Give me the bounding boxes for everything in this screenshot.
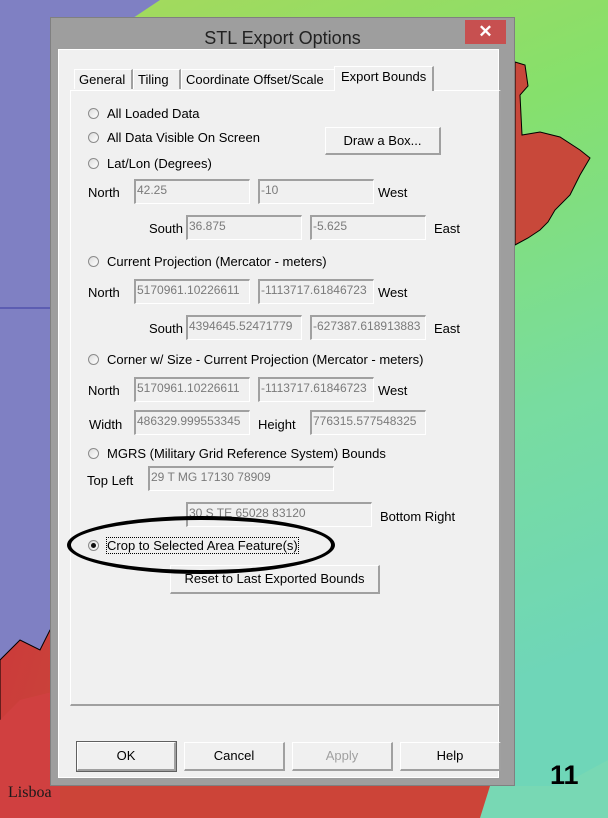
mgrs-top-left-label: Top Left — [87, 473, 134, 488]
stl-export-options-dialog: STL Export Options ✕ General Tiling Coor… — [50, 17, 515, 786]
radio-label: Current Projection (Mercator - meters) — [107, 254, 327, 269]
latlon-west-field[interactable]: -10 — [258, 179, 374, 204]
radio-label: All Data Visible On Screen — [107, 130, 260, 145]
projection-south-label: South — [149, 321, 183, 336]
ok-button[interactable]: OK — [76, 741, 177, 772]
radio-label: Crop to Selected Area Feature(s) — [106, 537, 299, 554]
projection-west-field[interactable]: -1113717.61846723 — [258, 279, 374, 304]
radio-label: Corner w/ Size - Current Projection (Mer… — [107, 352, 424, 367]
corner-west-field[interactable]: -1113717.61846723 — [258, 377, 374, 402]
projection-east-label: East — [434, 321, 461, 336]
radio-label: Lat/Lon (Degrees) — [107, 156, 212, 171]
latlon-north-label: North — [88, 185, 120, 200]
mgrs-top-left-field[interactable]: 29 T MG 17130 78909 — [148, 466, 334, 491]
tab-export-bounds[interactable]: Export Bounds — [334, 66, 434, 91]
mgrs-bottom-right-field[interactable]: 30 S TE 65028 83120 — [186, 502, 372, 527]
mgrs-bottom-right-label: Bottom Right — [380, 509, 456, 524]
projection-west-label: West — [378, 285, 408, 300]
radio-corner-with-size[interactable]: Corner w/ Size - Current Projection (Mer… — [88, 352, 423, 367]
map-label-lisboa: Lisboa — [8, 784, 52, 801]
latlon-south-label: South — [149, 221, 183, 236]
help-button[interactable]: Help — [400, 742, 501, 771]
radio-label: All Loaded Data — [107, 106, 200, 121]
radio-crop-to-selected-area[interactable]: Crop to Selected Area Feature(s) — [88, 537, 299, 554]
cancel-button[interactable]: Cancel — [184, 742, 285, 771]
projection-north-field[interactable]: 5170961.10226611 — [134, 279, 250, 304]
reset-to-last-exported-bounds-button[interactable]: Reset to Last Exported Bounds — [170, 565, 380, 594]
latlon-east-label: East — [434, 221, 461, 236]
radio-indicator — [88, 448, 99, 459]
tab-coordinate-offset-scale[interactable]: Coordinate Offset/Scale — [181, 69, 336, 89]
corner-north-label: North — [88, 383, 120, 398]
latlon-east-field[interactable]: -5.625 — [310, 215, 426, 240]
export-bounds-panel: All Loaded Data All Data Visible On Scre… — [70, 90, 501, 706]
latlon-west-label: West — [378, 185, 408, 200]
radio-current-projection[interactable]: Current Projection (Mercator - meters) — [88, 254, 327, 269]
radio-label: MGRS (Military Grid Reference System) Bo… — [107, 446, 386, 461]
radio-indicator — [88, 158, 99, 169]
corner-north-field[interactable]: 5170961.10226611 — [134, 377, 250, 402]
radio-lat-lon[interactable]: Lat/Lon (Degrees) — [88, 156, 212, 171]
radio-indicator — [88, 132, 99, 143]
corner-width-label: Width — [89, 417, 123, 432]
radio-indicator — [88, 354, 99, 365]
projection-south-field[interactable]: 4394645.52471779 — [186, 315, 302, 340]
corner-height-field[interactable]: 776315.577548325 — [310, 410, 426, 435]
radio-all-data-visible[interactable]: All Data Visible On Screen — [88, 130, 260, 145]
tab-general[interactable]: General — [74, 69, 133, 89]
latlon-south-field[interactable]: 36.875 — [186, 215, 302, 240]
projection-east-field[interactable]: -627387.618913883 — [310, 315, 426, 340]
corner-west-label: West — [378, 383, 408, 398]
dialog-title: STL Export Options — [204, 28, 361, 48]
corner-height-label: Height — [258, 417, 296, 432]
radio-mgrs-bounds[interactable]: MGRS (Military Grid Reference System) Bo… — [88, 446, 386, 461]
radio-all-loaded-data[interactable]: All Loaded Data — [88, 106, 200, 121]
close-button[interactable]: ✕ — [465, 20, 506, 44]
apply-button[interactable]: Apply — [292, 742, 393, 771]
latlon-north-field[interactable]: 42.25 — [134, 179, 250, 204]
dialog-client-area: General Tiling Coordinate Offset/Scale E… — [58, 49, 501, 778]
close-icon: ✕ — [478, 22, 493, 41]
radio-indicator — [88, 256, 99, 267]
radio-indicator-checked — [88, 540, 99, 551]
projection-north-label: North — [88, 285, 120, 300]
slide-number: 11 — [550, 760, 579, 790]
tab-tiling[interactable]: Tiling — [133, 69, 181, 89]
draw-a-box-button[interactable]: Draw a Box... — [325, 127, 441, 155]
radio-indicator — [88, 108, 99, 119]
corner-width-field[interactable]: 486329.999553345 — [134, 410, 250, 435]
